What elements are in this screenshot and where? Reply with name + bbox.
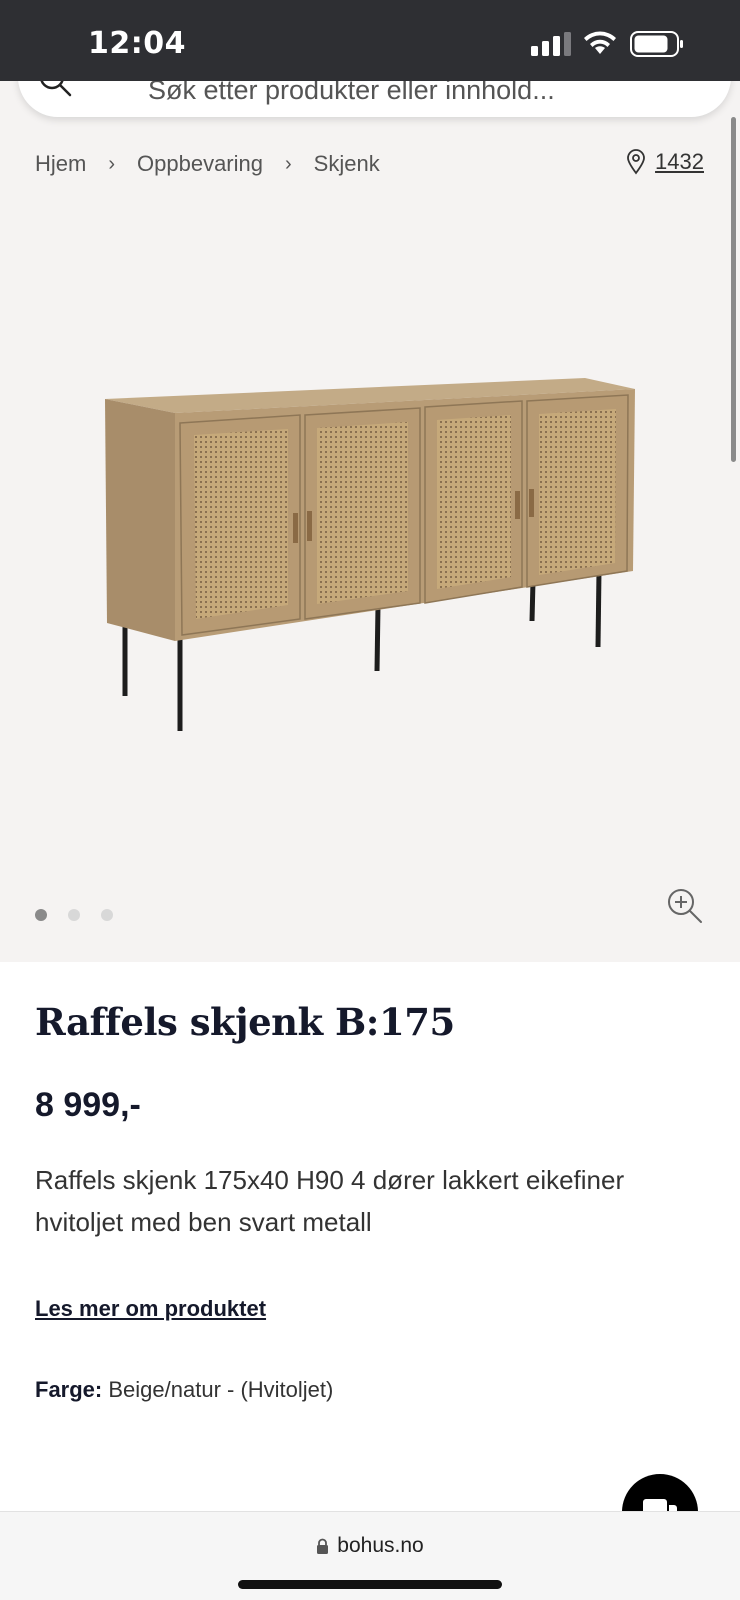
status-bar: 12:04 bbox=[0, 0, 740, 81]
chat-icon bbox=[643, 1499, 677, 1511]
store-selector[interactable]: 1432 bbox=[625, 149, 704, 175]
search-icon bbox=[40, 81, 72, 97]
search-bar[interactable]: Søk etter produkter eller innhold... bbox=[18, 81, 731, 117]
product-title: Raffels skjenk B:175 bbox=[35, 1000, 455, 1044]
chat-button[interactable] bbox=[622, 1474, 698, 1511]
home-indicator bbox=[238, 1580, 502, 1589]
color-label: Farge: bbox=[35, 1377, 103, 1402]
battery-icon bbox=[630, 31, 683, 57]
scrollbar[interactable] bbox=[731, 117, 736, 462]
breadcrumb-sideboard[interactable]: Skjenk bbox=[314, 151, 380, 177]
chevron-right-icon: › bbox=[285, 152, 292, 175]
store-postal-code[interactable]: 1432 bbox=[655, 149, 704, 175]
chevron-right-icon: › bbox=[108, 152, 116, 175]
search-input[interactable]: Søk etter produkter eller innhold... bbox=[148, 81, 555, 106]
color-value: Beige/natur - (Hvitoljet) bbox=[108, 1377, 334, 1402]
gallery-dot[interactable] bbox=[68, 909, 80, 921]
address-bar[interactable]: bohus.no bbox=[0, 1534, 740, 1558]
zoom-in-icon[interactable] bbox=[666, 887, 704, 925]
gallery-dots bbox=[35, 909, 113, 921]
color-row: Farge: Beige/natur - (Hvitoljet) bbox=[35, 1377, 333, 1403]
browser-bar: bohus.no bbox=[0, 1511, 740, 1600]
url-text: bohus.no bbox=[337, 1534, 424, 1557]
status-time: 12:04 bbox=[88, 26, 186, 61]
breadcrumb-home[interactable]: Hjem bbox=[35, 151, 86, 177]
signal-icon bbox=[531, 32, 571, 56]
product-image[interactable] bbox=[100, 371, 640, 751]
location-pin-icon bbox=[627, 149, 645, 175]
page-content: Søk etter produkter eller innhold... Hje… bbox=[0, 81, 740, 1511]
lock-icon bbox=[317, 1538, 329, 1554]
gallery-dot[interactable] bbox=[101, 909, 113, 921]
read-more-link[interactable]: Les mer om produktet bbox=[35, 1296, 266, 1322]
wifi-icon bbox=[584, 31, 616, 54]
breadcrumb: Hjem › Oppbevaring › Skjenk bbox=[35, 151, 380, 177]
product-price: 8 999,- bbox=[35, 1086, 141, 1124]
product-description: Raffels skjenk 175x40 H90 4 dører lakker… bbox=[35, 1165, 625, 1237]
gallery-dot[interactable] bbox=[35, 909, 47, 921]
breadcrumb-storage[interactable]: Oppbevaring bbox=[137, 151, 263, 177]
product-info: Raffels skjenk B:175 8 999,- Raffels skj… bbox=[0, 962, 740, 1511]
